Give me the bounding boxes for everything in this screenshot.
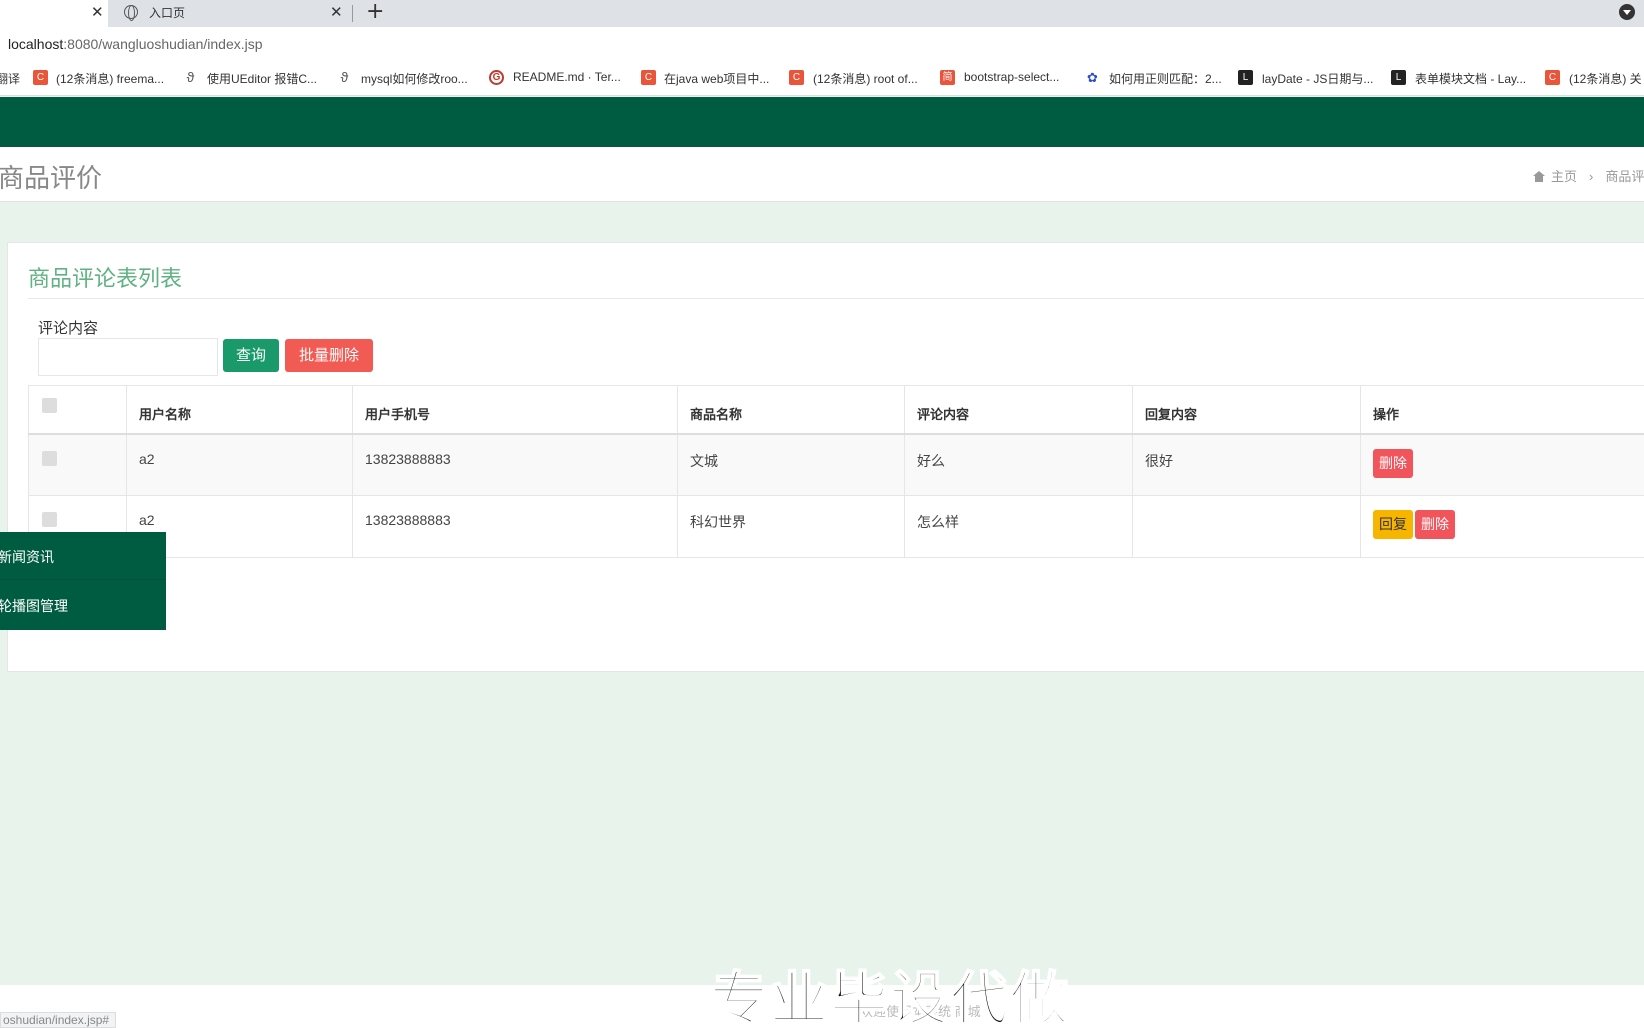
watermark-caption: 专业毕设代做 [709, 964, 1071, 1028]
cell-reply [1132, 495, 1361, 558]
row-checkbox[interactable] [42, 512, 57, 527]
comment-table: 用户名称 用户手机号 商品名称 评论内容 回复内容 操作 a2 13823888… [28, 385, 1644, 558]
query-button[interactable]: 查询 [223, 339, 279, 372]
bookmark-item[interactable]: (12条消息) freema... [56, 70, 164, 87]
bookmark-item[interactable]: 如何用正则匹配：2... [1109, 70, 1222, 87]
column-header: 用户名称 [126, 385, 353, 435]
cell-reply: 很好 [1132, 433, 1361, 496]
breadcrumb: 主页 › 商品评 [1533, 166, 1644, 185]
side-menu-item-news[interactable]: 新闻资讯 [0, 532, 166, 580]
baidu-icon: ✿ [1087, 70, 1098, 85]
cell-actions: 回复 删除 [1360, 495, 1644, 558]
tab-separator [352, 5, 353, 22]
tab-title: 入口页 [149, 6, 186, 20]
row-checkbox[interactable] [42, 450, 57, 466]
bookmark-translate[interactable]: 翻译 [0, 70, 20, 87]
select-all-cell [28, 385, 127, 435]
layui-icon: L [1391, 70, 1406, 85]
bookmark-item[interactable]: README.md · Ter... [513, 70, 621, 84]
csdn-icon: C [641, 70, 656, 85]
column-header: 回复内容 [1132, 385, 1361, 435]
cell-phone: 13823888883 [352, 495, 678, 558]
cell-username: a2 [126, 433, 353, 496]
cell-product: 科幻世界 [677, 495, 905, 558]
layui-icon: L [1238, 70, 1253, 85]
row-checkbox-cell [28, 433, 127, 496]
jianshu-icon: 简 [940, 70, 955, 85]
table-row: a2 13823888883 科幻世界 怎么样 回复 删除 [28, 495, 1644, 558]
page-title: 商品评价 [0, 163, 103, 193]
paw-icon: ϑ [340, 69, 349, 85]
reply-button[interactable]: 回复 [1373, 510, 1413, 539]
cell-comment: 怎么样 [904, 495, 1133, 558]
search-label: 评论内容 [38, 320, 99, 337]
tab-search-icon[interactable] [1619, 4, 1635, 20]
comment-search-input[interactable] [38, 338, 218, 376]
delete-button[interactable]: 删除 [1373, 448, 1413, 478]
bookmark-item[interactable]: 表单模块文档 - Lay... [1415, 70, 1526, 87]
csdn-icon: C [789, 70, 804, 85]
breadcrumb-current: 商品评 [1605, 169, 1644, 184]
close-tab-icon[interactable]: ✕ [330, 3, 343, 21]
breadcrumb-separator: › [1589, 169, 1594, 184]
browser-tab-bar: ✕ 入口页 ✕ + [0, 0, 1644, 27]
url-text[interactable]: localhost:8080/wangluoshudian/index.jsp [8, 36, 263, 52]
csdn-icon: C [1545, 70, 1560, 85]
bookmark-item[interactable]: layDate - JS日期与... [1262, 70, 1373, 87]
bookmark-item[interactable]: bootstrap-select... [964, 70, 1059, 84]
close-tab-icon[interactable]: ✕ [91, 3, 104, 21]
gitee-icon: G [489, 70, 504, 85]
paw-icon: ϑ [186, 69, 195, 85]
bookmark-item[interactable]: (12条消息) root of... [813, 70, 918, 87]
comment-list-card: 商品评论表列表 评论内容 查询 批量删除 用户名称 用户手机号 商品名称 评论内… [7, 242, 1644, 672]
column-header: 操作 [1360, 385, 1644, 435]
card-divider [28, 298, 1644, 299]
column-header: 用户手机号 [352, 385, 678, 435]
bookmark-item[interactable]: (12条消息) 关 [1569, 70, 1642, 87]
delete-button[interactable]: 删除 [1415, 510, 1455, 539]
address-bar[interactable]: localhost:8080/wangluoshudian/index.jsp [0, 27, 1644, 59]
card-title: 商品评论表列表 [28, 266, 183, 291]
select-all-checkbox[interactable] [42, 398, 57, 413]
batch-delete-button[interactable]: 批量删除 [285, 339, 373, 372]
bookmark-item[interactable]: 使用UEditor 报错C... [207, 70, 317, 87]
cell-comment: 好么 [904, 433, 1133, 496]
side-menu-item-carousel[interactable]: 轮播图管理 [0, 581, 166, 629]
tab-active[interactable]: ✕ [0, 0, 108, 27]
new-tab-icon[interactable]: + [366, 0, 384, 24]
bookmark-item[interactable]: 在java web项目中... [664, 70, 769, 87]
cell-actions: 删除 [1360, 433, 1644, 496]
status-bar-url: oshudian/index.jsp# [0, 1012, 117, 1028]
breadcrumb-home[interactable]: 主页 [1551, 169, 1577, 184]
table-row: a2 13823888883 文城 好么 很好 删除 [28, 433, 1644, 496]
side-menu: 新闻资讯 轮播图管理 [0, 532, 166, 630]
bookmark-item[interactable]: mysql如何修改roo... [361, 70, 468, 87]
app-top-bar [0, 97, 1644, 147]
globe-icon [124, 5, 138, 21]
cell-phone: 13823888883 [352, 433, 678, 496]
home-icon [1533, 171, 1545, 182]
table-header-row: 用户名称 用户手机号 商品名称 评论内容 回复内容 操作 [28, 385, 1644, 435]
page-header: 商品评价 主页 › 商品评 [0, 147, 1644, 202]
cell-product: 文城 [677, 433, 905, 496]
column-header: 评论内容 [904, 385, 1133, 435]
csdn-icon: C [33, 70, 48, 85]
bookmarks-bar: 翻译 C (12条消息) freema... ϑ 使用UEditor 报错C..… [0, 59, 1644, 96]
column-header: 商品名称 [677, 385, 905, 435]
tab-entry-page[interactable]: 入口页 ✕ [112, 0, 352, 27]
